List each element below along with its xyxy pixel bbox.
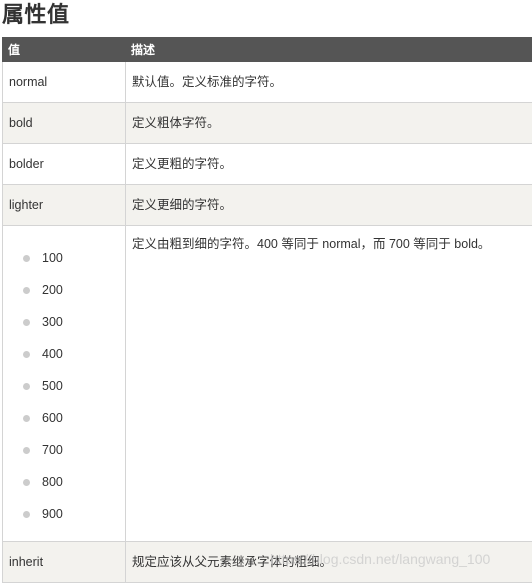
value-cell: bolder xyxy=(3,144,126,185)
table-row: 100 200 300 400 500 600 700 800 900 定义由粗… xyxy=(3,226,532,542)
header-value: 值 xyxy=(3,38,126,62)
list-item: 700 xyxy=(23,434,119,466)
table-row: bold 定义粗体字符。 xyxy=(3,103,532,144)
bullet-icon xyxy=(23,255,30,262)
section-heading: 属性值 xyxy=(2,0,70,30)
list-item: 900 xyxy=(23,498,119,530)
table-row: inherit 规定应该从父元素继承字体的粗细。 xyxy=(3,542,532,583)
description-cell: 默认值。定义标准的字符。 xyxy=(126,62,532,103)
description-cell: 规定应该从父元素继承字体的粗细。 xyxy=(126,542,532,583)
table-row: normal 默认值。定义标准的字符。 xyxy=(3,62,532,103)
value-cell: lighter xyxy=(3,185,126,226)
value-cell: normal xyxy=(3,62,126,103)
list-item: 400 xyxy=(23,338,119,370)
list-item: 300 xyxy=(23,306,119,338)
bullet-icon xyxy=(23,479,30,486)
bullet-icon xyxy=(23,383,30,390)
value-cell: inherit xyxy=(3,542,126,583)
list-item: 800 xyxy=(23,466,119,498)
description-cell: 定义更粗的字符。 xyxy=(126,144,532,185)
table-row: bolder 定义更粗的字符。 xyxy=(3,144,532,185)
table-header-row: 值 描述 xyxy=(3,38,532,62)
bullet-icon xyxy=(23,447,30,454)
bullet-icon xyxy=(23,415,30,422)
bullet-icon xyxy=(23,351,30,358)
description-cell: 定义由粗到细的字符。400 等同于 normal，而 700 等同于 bold。 xyxy=(126,226,532,542)
list-item: 200 xyxy=(23,274,119,306)
bullet-icon xyxy=(23,511,30,518)
list-item: 100 xyxy=(23,242,119,274)
description-cell: 定义更细的字符。 xyxy=(126,185,532,226)
description-cell: 定义粗体字符。 xyxy=(126,103,532,144)
table-row: lighter 定义更细的字符。 xyxy=(3,185,532,226)
value-cell: 100 200 300 400 500 600 700 800 900 xyxy=(3,226,126,542)
list-item: 500 xyxy=(23,370,119,402)
property-values-table: 值 描述 normal 默认值。定义标准的字符。 bold 定义粗体字符。 bo… xyxy=(2,37,532,583)
value-cell: bold xyxy=(3,103,126,144)
bullet-icon xyxy=(23,287,30,294)
header-description: 描述 xyxy=(126,38,532,62)
numeric-weights-list: 100 200 300 400 500 600 700 800 900 xyxy=(9,226,119,530)
list-item: 600 xyxy=(23,402,119,434)
bullet-icon xyxy=(23,319,30,326)
